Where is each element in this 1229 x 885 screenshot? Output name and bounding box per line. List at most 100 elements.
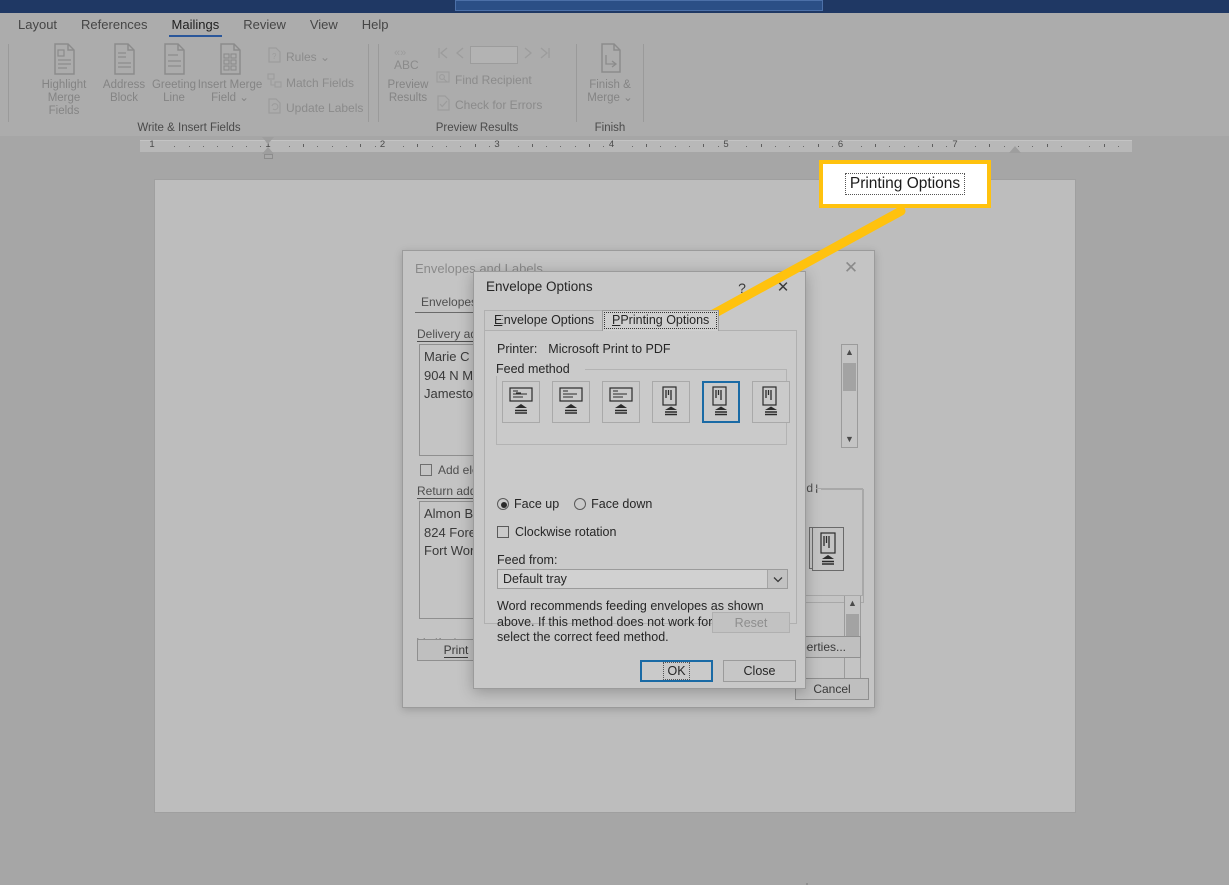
printing-options-panel: Printer: Microsoft Print to PDF Feed meth… <box>484 330 797 644</box>
ribbon-tab-layout[interactable]: Layout <box>6 14 69 37</box>
document-highlight-icon <box>32 42 96 76</box>
feed-method-option-4[interactable] <box>652 381 690 423</box>
feed-method-label: Feed method <box>496 362 574 376</box>
ribbon-group-write-insert-fields: Highlight Merge Fields Address Block Gre… <box>10 38 368 136</box>
button-label-line2: Merge ⌄ <box>587 92 633 104</box>
ruler-tick <box>946 145 947 147</box>
tab-label: Printing Options <box>620 313 710 327</box>
ruler-tick <box>589 144 590 147</box>
tab-label: Envelope Options <box>495 313 595 327</box>
ruler-number: 5 <box>723 139 729 150</box>
help-icon[interactable]: ? <box>732 278 752 298</box>
ruler-tick <box>360 144 361 147</box>
ribbon-button-rules[interactable]: ? Rules ⌄ <box>267 47 330 66</box>
checkbox-label: Clockwise rotation <box>515 525 617 539</box>
printer-label: Printer: <box>497 342 538 356</box>
radio-face-up[interactable]: Face up <box>497 497 559 511</box>
ruler-tick <box>303 144 304 147</box>
ruler-tick <box>375 145 376 147</box>
radio-face-down[interactable]: Face down <box>574 497 652 511</box>
callout-label: Printing Options <box>844 173 966 195</box>
left-indent-marker[interactable] <box>264 154 273 159</box>
delivery-address-label: Delivery ad <box>417 327 478 342</box>
last-record-icon[interactable] <box>538 45 552 64</box>
ruler-tick <box>575 145 576 147</box>
ribbon-button-match-fields[interactable]: Match Fields <box>267 73 354 92</box>
feed-method-option-3[interactable] <box>602 381 640 423</box>
svg-text:ABC: ABC <box>394 58 419 72</box>
print-button-label: Print <box>443 643 469 658</box>
ribbon-tab-review[interactable]: Review <box>231 14 298 37</box>
ok-button[interactable]: OK <box>640 660 713 682</box>
check-errors-icon <box>436 95 451 114</box>
ribbon-button-finish-and-merge[interactable]: Finish & Merge ⌄ <box>578 42 642 105</box>
ribbon-button-highlight-merge-fields[interactable]: Highlight Merge Fields <box>32 42 96 118</box>
document-grid-icon <box>192 42 268 76</box>
ruler-tick <box>646 144 647 147</box>
close-dialog-button[interactable]: Close <box>723 660 796 682</box>
feed-method-option-2[interactable] <box>552 381 590 423</box>
button-label-line1: Finish & <box>589 79 631 91</box>
add-electronic-postage-checkbox[interactable]: Add ele <box>420 463 479 477</box>
button-label: Find Recipient <box>455 72 532 87</box>
ruler-tick <box>818 144 819 147</box>
horizontal-ruler[interactable]: 11234567 <box>0 136 1229 159</box>
ruler-tick <box>632 145 633 147</box>
reset-button[interactable]: Reset <box>712 612 790 633</box>
previous-record-icon[interactable] <box>453 45 467 64</box>
ruler-tick <box>546 145 547 147</box>
ribbon-button-find-recipient[interactable]: Find Recipient <box>436 70 532 89</box>
ribbon-tab-references[interactable]: References <box>69 14 159 37</box>
feed-method-option-6[interactable] <box>752 381 790 423</box>
record-number-input[interactable] <box>470 45 518 64</box>
scroll-up-icon[interactable]: ▲ <box>845 596 860 611</box>
feed-from-dropdown[interactable]: Default tray <box>497 569 788 589</box>
ribbon-button-insert-merge-field[interactable]: Insert Merge Field ⌄ <box>192 42 268 105</box>
button-label-line1: Preview <box>387 79 429 91</box>
ruler-tick <box>446 145 447 147</box>
printer-name: Microsoft Print to PDF <box>548 342 671 356</box>
next-record-icon[interactable] <box>521 45 535 64</box>
feed-method-option-1[interactable] <box>502 381 540 423</box>
ruler-tick <box>560 145 561 147</box>
ruler-tick <box>904 145 905 147</box>
button-label-line2: Merge Fields <box>47 92 81 117</box>
first-line-indent-marker[interactable] <box>262 137 274 144</box>
envelope-preview-scrollbar[interactable]: ▲ ▼ <box>841 344 858 448</box>
ruler-tick <box>317 145 318 147</box>
hanging-indent-marker[interactable] <box>262 147 274 154</box>
ribbon-button-check-for-errors[interactable]: Check for Errors <box>436 95 542 114</box>
ruler-tick <box>703 144 704 147</box>
envelope-landscape-center-feed-icon <box>559 387 583 414</box>
ribbon-tab-help[interactable]: Help <box>350 14 401 37</box>
close-icon[interactable]: ✕ <box>838 257 864 279</box>
ruler-number: 1 <box>149 139 155 150</box>
close-icon[interactable]: ✕ <box>770 278 796 298</box>
ruler-number: 2 <box>379 139 386 150</box>
tab-printing-options[interactable]: PPrinting Options <box>602 310 720 331</box>
ruler-tick <box>217 145 218 147</box>
first-record-icon[interactable] <box>436 45 450 64</box>
button-label-line2: Field ⌄ <box>211 92 249 104</box>
ruler-tick <box>875 144 876 147</box>
radio-label: Face up <box>514 497 560 511</box>
chevron-down-icon[interactable] <box>767 570 787 588</box>
scrollbar-thumb[interactable] <box>843 363 856 391</box>
tab-envelope-options[interactable]: EEnvelope Options <box>484 310 605 331</box>
scroll-down-icon[interactable]: ▼ <box>842 432 857 447</box>
ribbon-tab-mailings[interactable]: Mailings <box>160 14 232 37</box>
scroll-up-icon[interactable]: ▲ <box>842 345 857 360</box>
feed-method-option-5[interactable] <box>702 381 740 423</box>
ribbon-button-update-labels[interactable]: Update Labels <box>267 98 363 117</box>
ribbon-button-preview-results[interactable]: «» ABC Preview Results <box>378 42 438 105</box>
ruler-number: 3 <box>494 139 500 150</box>
ruler-tick <box>932 144 933 147</box>
clockwise-rotation-checkbox[interactable]: Clockwise rotation <box>497 525 616 539</box>
ribbon-tab-view[interactable]: View <box>298 14 350 37</box>
right-indent-marker[interactable] <box>1009 146 1021 153</box>
cancel-button[interactable]: Cancel <box>795 678 869 700</box>
feed-preview-icon-right[interactable] <box>812 527 844 571</box>
ribbon-search-box[interactable] <box>455 0 823 11</box>
ruler-tick <box>789 145 790 147</box>
svg-text:?: ? <box>272 52 277 61</box>
